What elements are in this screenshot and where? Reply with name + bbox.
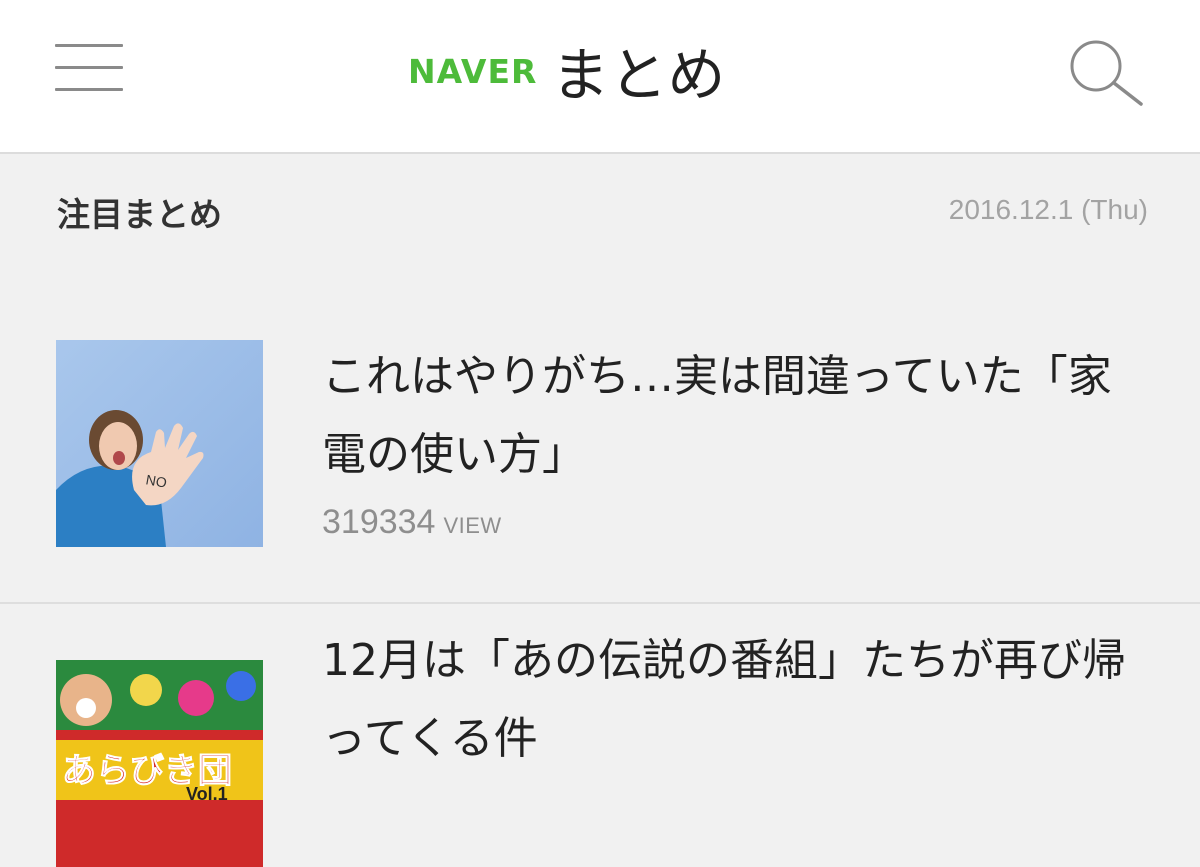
- menu-line: [55, 66, 123, 69]
- logo-brand: NAVER: [408, 51, 538, 91]
- article-item[interactable]: NO これはやりがち…実は間違っていた「家電の使い方」 319334 VIEW: [0, 320, 1200, 604]
- article-title[interactable]: 12月は「あの伝説の番組」たちが再び帰ってくる件: [322, 622, 1152, 778]
- view-count-unit: VIEW: [443, 513, 502, 538]
- menu-line: [55, 88, 123, 91]
- site-logo[interactable]: NAVER まとめ: [408, 30, 725, 110]
- app-header: NAVER まとめ: [0, 0, 1200, 154]
- search-icon[interactable]: [1066, 36, 1146, 108]
- featured-section-header: 注目まとめ 2016.12.1 (Thu): [0, 154, 1200, 274]
- menu-line: [55, 44, 123, 47]
- thumbnail-subtext: Vol.1: [186, 784, 228, 804]
- logo-text: まとめ: [551, 41, 726, 109]
- view-count: 319334 VIEW: [322, 503, 502, 542]
- view-count-number: 319334: [322, 503, 436, 541]
- section-date: 2016.12.1 (Thu): [948, 194, 1148, 225]
- article-item[interactable]: あらびき団 Vol.1 12月は「あの伝説の番組」たちが再び帰ってくる件: [0, 604, 1200, 867]
- hamburger-icon[interactable]: [55, 44, 123, 94]
- article-thumbnail: あらびき団 Vol.1: [56, 660, 263, 867]
- article-thumbnail: NO: [56, 340, 263, 547]
- article-title[interactable]: これはやりがち…実は間違っていた「家電の使い方」: [322, 338, 1152, 494]
- section-title: 注目まとめ: [57, 195, 222, 234]
